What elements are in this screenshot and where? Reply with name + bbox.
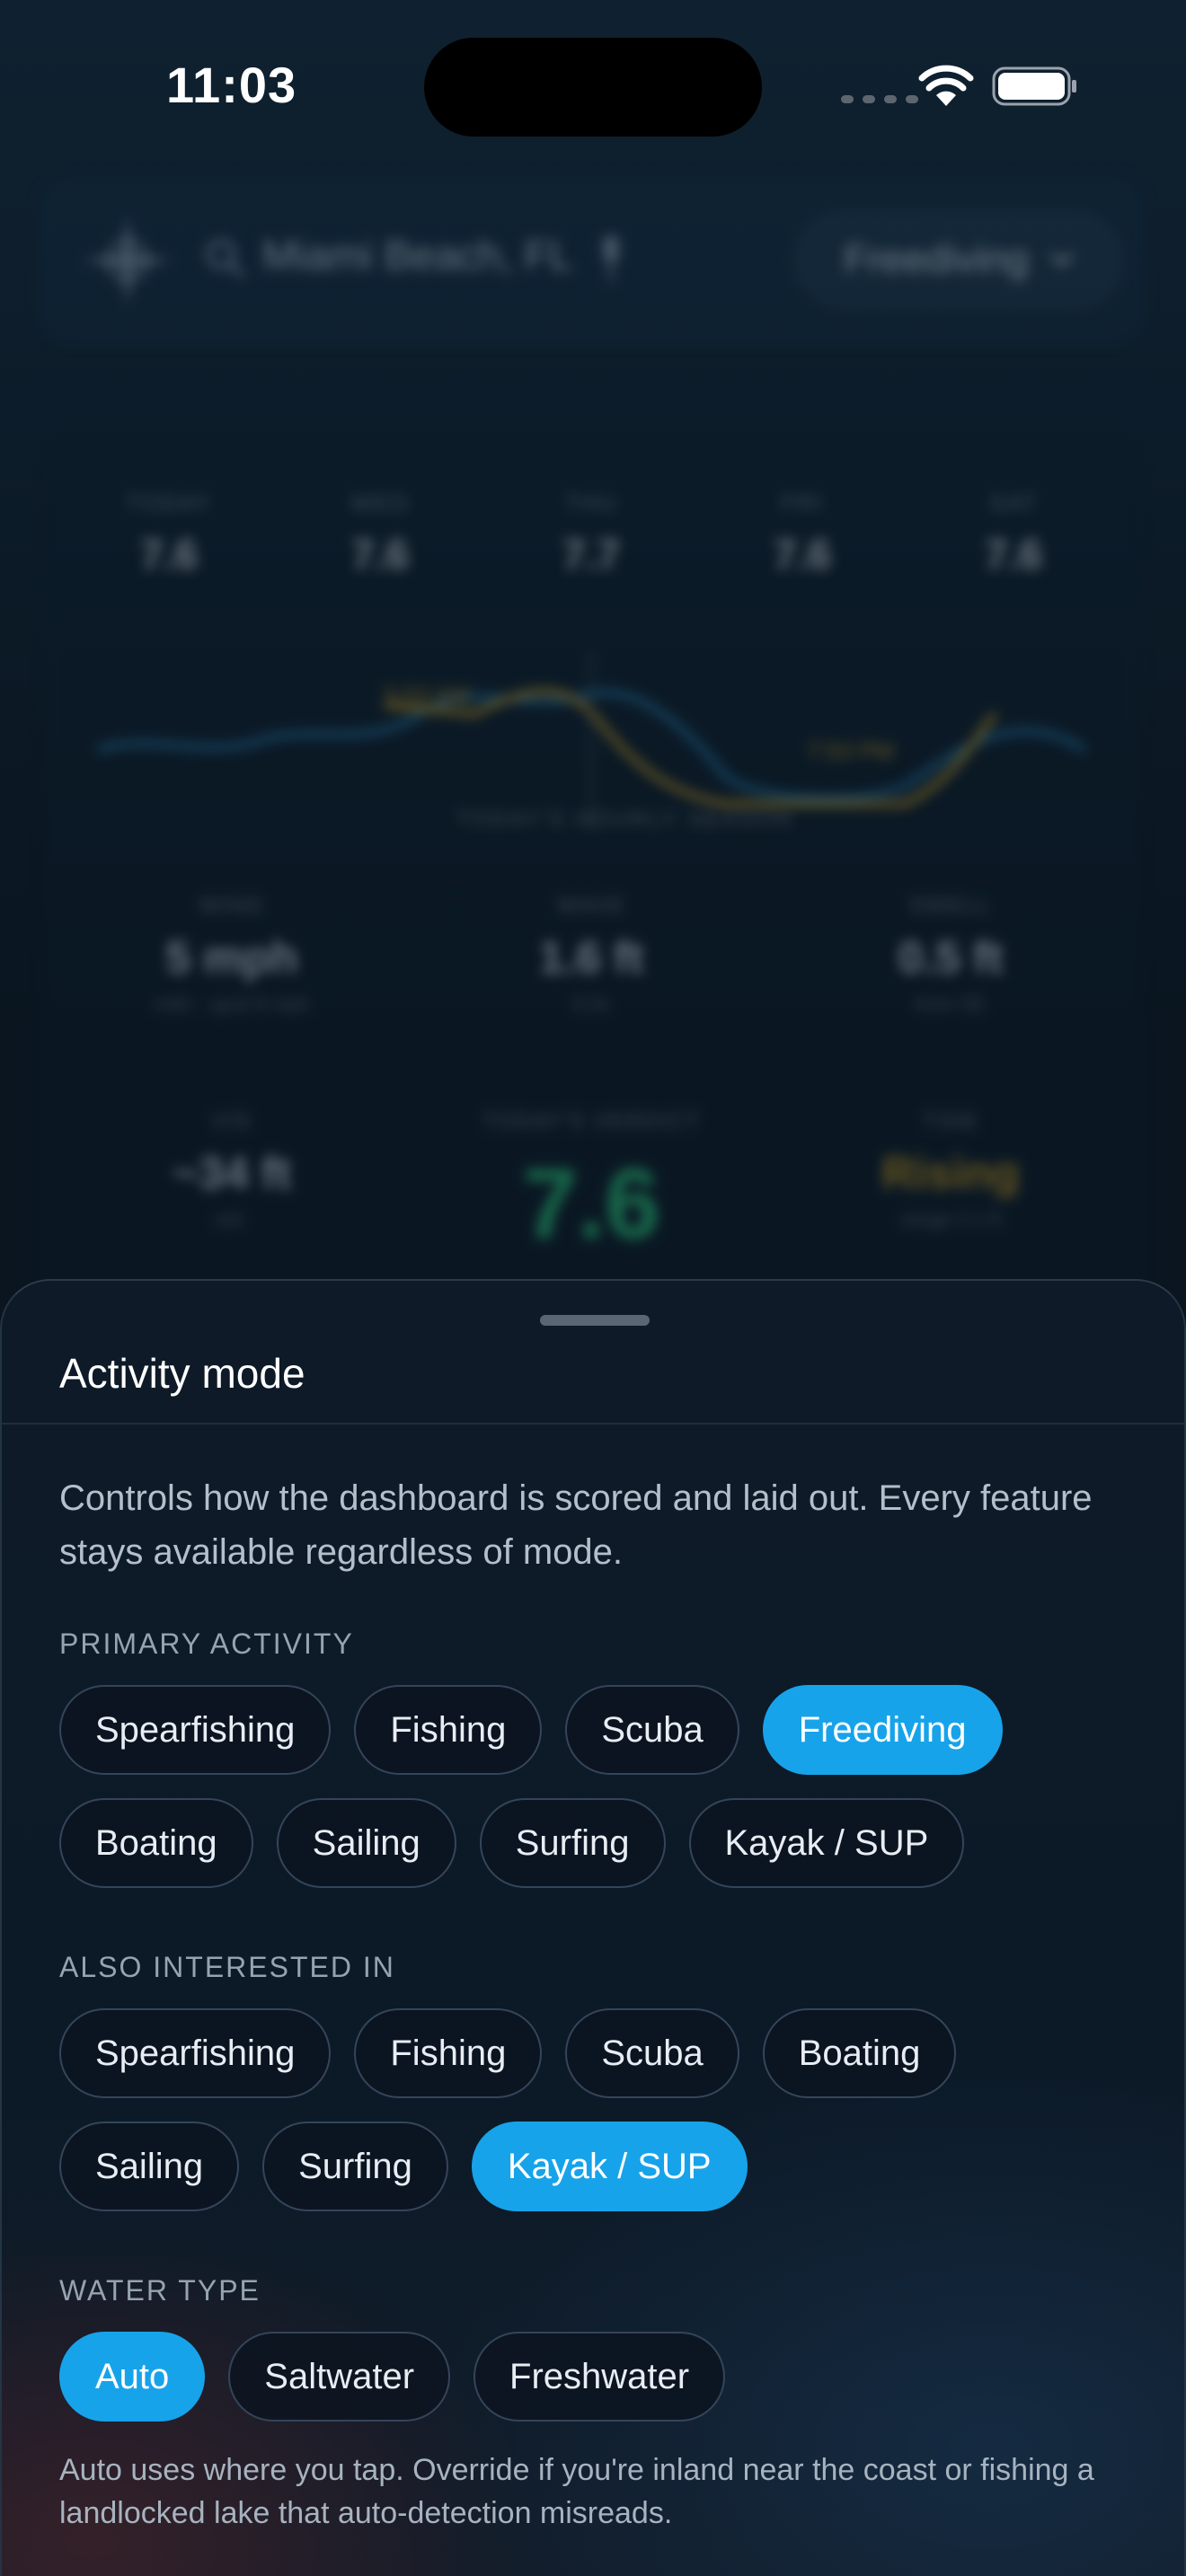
also-chip-scuba[interactable]: Scuba [565, 2008, 739, 2098]
metric-sub: range 2.1 ft [900, 1208, 1001, 1231]
forecast-day[interactable]: THU 7.7 [519, 490, 663, 578]
sheet-divider [2, 1423, 1184, 1425]
water-chip-auto[interactable]: Auto [59, 2332, 206, 2422]
primary-chip-boating[interactable]: Boating [59, 1798, 253, 1888]
also-interested-row-2: Sailing Surfing Kayak / SUP [59, 2122, 748, 2211]
metric-sub: est. [216, 1208, 248, 1231]
day-name: THU [564, 490, 618, 516]
metrics-row-bottom: VIS ~34 ft est. TODAY'S VERDICT 7.6 TIDE… [97, 1109, 1085, 1261]
water-type-row: Auto Saltwater Freshwater [59, 2332, 726, 2422]
compass-icon [83, 216, 173, 305]
forecast-card: TODAY 7.6 WED 7.6 THU 7.7 FRI 7.6 SAT 7.… [43, 427, 1141, 1325]
activity-mode-label: Freediving [844, 237, 1029, 281]
tide-metric[interactable]: TIDE Rising range 2.1 ft [816, 1109, 1085, 1261]
screen: Miami Beach, FL Freediving TODAY 7.6 WED [0, 0, 1186, 2576]
metric-value: 1.6 ft [538, 932, 644, 983]
day-name: FRI [781, 490, 824, 516]
day-score: 7.7 [562, 531, 620, 578]
sheet-title: Activity mode [59, 1350, 305, 1397]
forecast-days: TODAY 7.6 WED 7.6 THU 7.7 FRI 7.6 SAT 7.… [97, 490, 1085, 578]
visibility-metric[interactable]: VIS ~34 ft est. [97, 1109, 367, 1261]
dynamic-island [424, 38, 762, 137]
sheet-grabber[interactable] [540, 1315, 650, 1326]
water-type-label: WATER TYPE [59, 2274, 261, 2307]
metric-label: WAVE [556, 894, 625, 918]
wifi-icon [918, 65, 974, 106]
tide-low-label: 5:53 AM [385, 682, 470, 709]
cellular-signal-icon [841, 95, 918, 103]
primary-chip-spearfishing[interactable]: Spearfishing [59, 1685, 332, 1775]
metric-value: 0.5 ft [898, 932, 1004, 983]
water-type-footnote: Auto uses where you tap. Override if you… [59, 2453, 1094, 2530]
water-chip-saltwater[interactable]: Saltwater [228, 2332, 451, 2422]
day-name: WED [350, 490, 411, 516]
chart-caption: TODAY'S HOURLY SEASON [456, 807, 793, 831]
forecast-day[interactable]: SAT 7.6 [942, 490, 1085, 578]
tide-high-label: 7:53 PM [807, 737, 894, 764]
metric-sub: 6.0s [572, 992, 610, 1015]
primary-activity-row-1: Spearfishing Fishing Scuba Freediving [59, 1685, 1003, 1775]
pin-icon[interactable] [595, 233, 627, 283]
swell-metric[interactable]: SWELL 0.5 ft from SE [816, 894, 1085, 1016]
also-interested-row-1: Spearfishing Fishing Scuba Boating [59, 2008, 957, 2098]
day-score: 7.6 [140, 531, 198, 578]
top-bar: Miami Beach, FL Freediving [38, 175, 1146, 344]
also-interested-label: ALSO INTERESTED IN [59, 1951, 395, 1983]
verdict-score: 7.6 [522, 1149, 660, 1259]
forecast-day[interactable]: TODAY 7.6 [97, 490, 241, 578]
primary-chip-surfing[interactable]: Surfing [479, 1798, 666, 1888]
day-score: 7.6 [351, 531, 409, 578]
metric-sub: mild ~ gust 8 mph [153, 992, 311, 1015]
primary-chip-fishing[interactable]: Fishing [354, 1685, 543, 1775]
hourly-wave-chart: 5:53 AM 7:53 PM TODAY'S HOURLY SEASON [97, 651, 1085, 831]
primary-activity-label: PRIMARY ACTIVITY [59, 1628, 354, 1660]
primary-chip-scuba[interactable]: Scuba [565, 1685, 739, 1775]
sheet-description: Controls how the dashboard is scored and… [59, 1478, 1093, 1572]
also-chip-spearfishing[interactable]: Spearfishing [59, 2008, 332, 2098]
water-chip-freshwater[interactable]: Freshwater [474, 2332, 726, 2422]
metric-sub: from SE [915, 992, 987, 1015]
primary-chip-freediving[interactable]: Freediving [762, 1685, 1003, 1775]
metric-label: WIND [199, 894, 264, 918]
day-score: 7.6 [985, 531, 1042, 578]
metrics-row-top: WIND 5 mph mild ~ gust 8 mph WAVE 1.6 ft… [97, 894, 1085, 1016]
activity-mode-sheet: Activity mode Controls how the dashboard… [0, 1279, 1186, 2576]
primary-chip-kayak-sup[interactable]: Kayak / SUP [688, 1798, 965, 1888]
battery-icon [992, 66, 1076, 106]
wind-metric[interactable]: WIND 5 mph mild ~ gust 8 mph [97, 894, 367, 1016]
primary-chip-sailing[interactable]: Sailing [276, 1798, 456, 1888]
also-chip-boating[interactable]: Boating [762, 2008, 957, 2098]
metric-value: ~34 ft [172, 1148, 291, 1198]
dashboard-background: Miami Beach, FL Freediving TODAY 7.6 WED [0, 0, 1186, 1347]
metric-value: 5 mph [165, 932, 298, 983]
primary-activity-row-2: Boating Sailing Surfing Kayak / SUP [59, 1798, 965, 1888]
day-name: TODAY [125, 490, 213, 516]
also-chip-sailing[interactable]: Sailing [59, 2122, 240, 2211]
also-chip-kayak-sup[interactable]: Kayak / SUP [471, 2122, 748, 2211]
metric-value: Rising [881, 1148, 1020, 1198]
activity-mode-button[interactable]: Freediving [792, 209, 1125, 310]
wave-metric[interactable]: WAVE 1.6 ft 6.0s [456, 894, 726, 1016]
status-bar: 11:03 [0, 0, 1186, 171]
search-icon [206, 239, 245, 278]
metric-label: TIDE [922, 1109, 979, 1134]
verdict-metric[interactable]: TODAY'S VERDICT 7.6 [456, 1109, 726, 1261]
metric-label: VIS [211, 1109, 252, 1134]
also-chip-surfing[interactable]: Surfing [262, 2122, 448, 2211]
day-score: 7.6 [774, 531, 831, 578]
also-chip-fishing[interactable]: Fishing [354, 2008, 543, 2098]
metric-label: TODAY'S VERDICT [482, 1109, 701, 1134]
chevron-down-icon [1050, 252, 1074, 267]
location-search-field[interactable]: Miami Beach, FL [262, 231, 572, 279]
status-time: 11:03 [166, 57, 297, 113]
day-name: SAT [988, 490, 1039, 516]
forecast-day[interactable]: WED 7.6 [308, 490, 452, 578]
forecast-day[interactable]: FRI 7.6 [730, 490, 874, 578]
metric-label: SWELL [909, 894, 992, 918]
